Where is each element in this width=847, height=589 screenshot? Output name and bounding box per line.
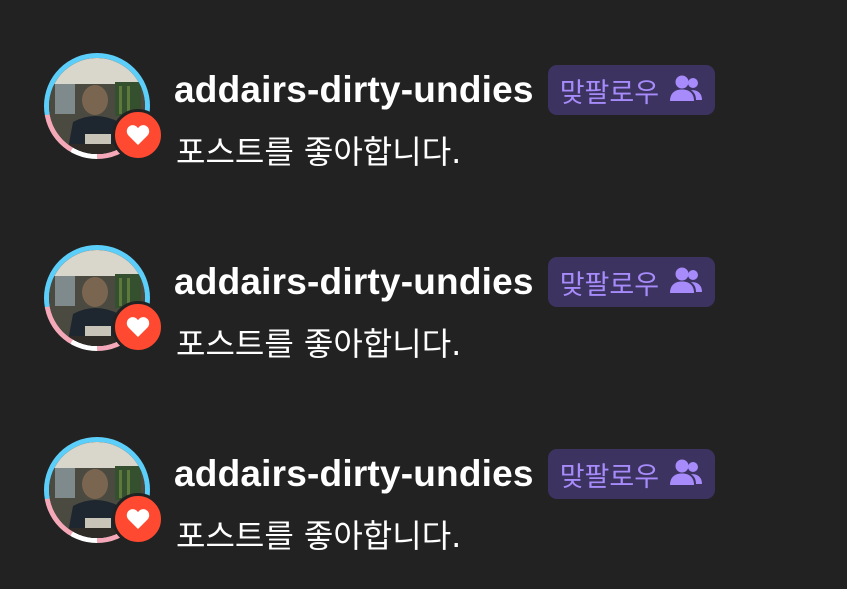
people-icon <box>669 74 703 106</box>
username-link[interactable]: addairs-dirty-undies <box>174 69 534 111</box>
mutual-follow-label: 맞팔로우 <box>559 77 660 109</box>
name-line: addairs-dirty-undies 맞팔로우 <box>174 449 716 499</box>
mutual-follow-badge: 맞팔로우 <box>547 257 716 307</box>
notification-message: 포스트를 좋아합니다. <box>176 133 462 171</box>
mutual-follow-badge: 맞팔로우 <box>547 449 716 499</box>
notification-item[interactable]: addairs-dirty-undies 맞팔로우 포스트를 좋아합니다. <box>0 53 847 203</box>
heart-icon <box>112 301 164 353</box>
mutual-follow-badge: 맞팔로우 <box>547 65 716 115</box>
notification-message: 포스트를 좋아합니다. <box>176 325 462 363</box>
avatar[interactable] <box>44 245 164 353</box>
mutual-follow-label: 맞팔로우 <box>559 461 660 493</box>
notification-message: 포스트를 좋아합니다. <box>176 517 462 555</box>
username-link[interactable]: addairs-dirty-undies <box>174 453 534 495</box>
people-icon <box>669 458 703 490</box>
name-line: addairs-dirty-undies 맞팔로우 <box>174 65 716 115</box>
username-link[interactable]: addairs-dirty-undies <box>174 261 534 303</box>
people-icon <box>669 266 703 298</box>
avatar[interactable] <box>44 437 164 545</box>
name-line: addairs-dirty-undies 맞팔로우 <box>174 257 716 307</box>
notification-item[interactable]: addairs-dirty-undies 맞팔로우 포스트를 좋아합니다. <box>0 245 847 395</box>
avatar[interactable] <box>44 53 164 161</box>
notification-item[interactable]: addairs-dirty-undies 맞팔로우 포스트를 좋아합니다. <box>0 437 847 587</box>
heart-icon <box>112 493 164 545</box>
mutual-follow-label: 맞팔로우 <box>559 269 660 301</box>
heart-icon <box>112 109 164 161</box>
activity-list: addairs-dirty-undies 맞팔로우 포스트를 좋아합니다. ad… <box>0 0 847 589</box>
